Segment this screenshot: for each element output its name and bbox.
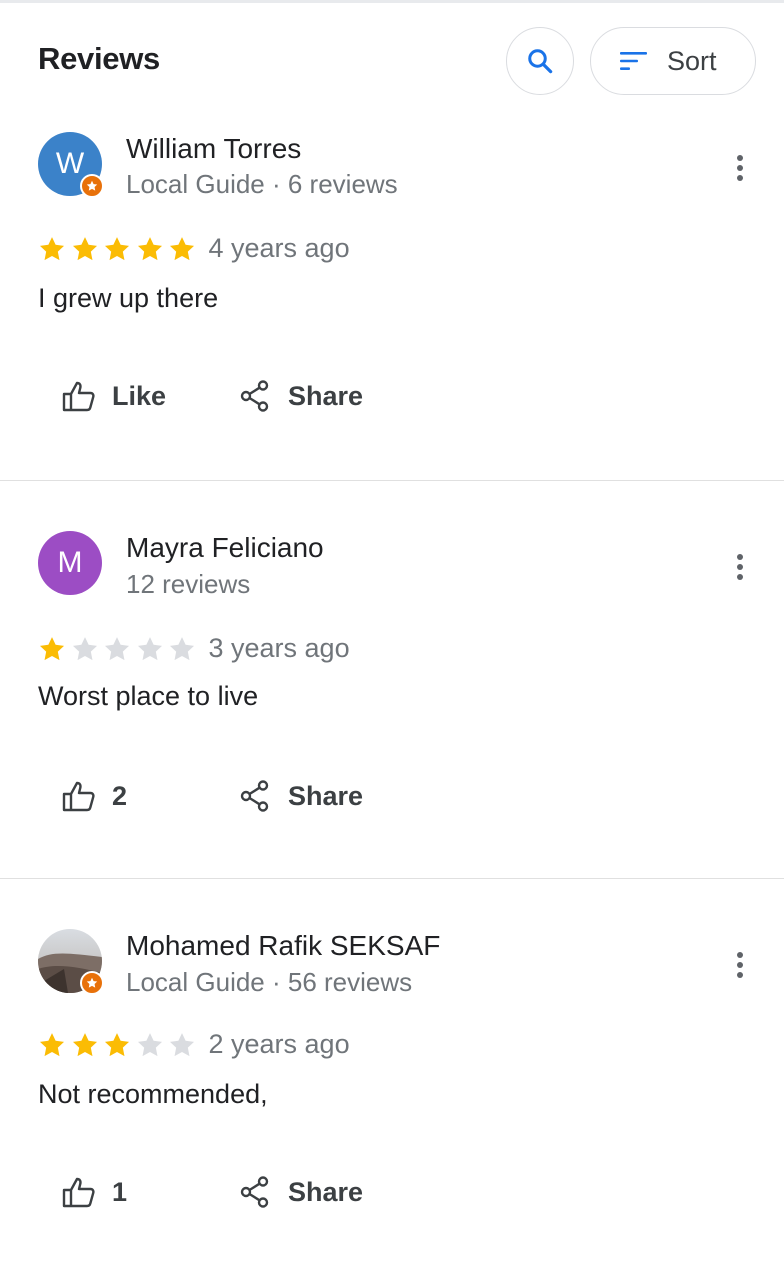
- avatar-letter: W: [55, 147, 85, 180]
- star-empty-icon: [169, 636, 195, 660]
- local-guide-star-icon: [80, 971, 104, 995]
- more-options-button[interactable]: [726, 148, 754, 188]
- star-filled-icon: [137, 236, 162, 260]
- more-vert-icon: [737, 554, 743, 580]
- share-label: Share: [288, 780, 364, 811]
- star-empty-icon: [104, 636, 130, 660]
- share-button[interactable]: Share: [238, 774, 363, 818]
- avatar[interactable]: W: [38, 132, 104, 198]
- reviewer-name[interactable]: Mohamed Rafik SEKSAF: [126, 930, 440, 962]
- star-rating: [38, 1031, 201, 1059]
- star-filled-icon: [72, 1032, 97, 1056]
- share-icon: [240, 380, 269, 412]
- star-empty-icon: [137, 1032, 162, 1056]
- reviewer-name[interactable]: Mayra Feliciano: [126, 532, 324, 564]
- thumbs-up-icon: [62, 381, 95, 412]
- review-time: 3 years ago: [208, 633, 350, 663]
- share-icon: [240, 780, 269, 812]
- sort-button[interactable]: Sort: [590, 27, 756, 95]
- review-card: W William Torres Local Guide · 6 reviews…: [0, 115, 784, 513]
- like-count: 1: [112, 1176, 128, 1207]
- review-card: Mohamed Rafik SEKSAF Local Guide · 56 re…: [0, 878, 784, 1277]
- rating-row: 2 years ago: [38, 1029, 350, 1060]
- reviewer-name[interactable]: William Torres: [126, 133, 301, 165]
- star-empty-icon: [169, 1032, 195, 1056]
- share-label: Share: [288, 1176, 364, 1207]
- star-empty-icon: [137, 636, 162, 660]
- thumbs-up-icon: [62, 781, 95, 812]
- review-text: I grew up there: [38, 283, 219, 313]
- avatar[interactable]: M: [38, 531, 102, 595]
- more-vert-icon: [737, 155, 743, 181]
- star-filled-icon: [39, 636, 65, 660]
- review-text: Not recommended,: [38, 1079, 268, 1109]
- review-time: 4 years ago: [208, 233, 350, 263]
- sort-lines-icon: [620, 52, 647, 70]
- like-label: Like: [112, 380, 167, 411]
- star-filled-icon: [72, 236, 97, 260]
- sort-label: Sort: [667, 45, 717, 76]
- more-vert-icon: [737, 952, 743, 978]
- review-text: Worst place to live: [38, 681, 259, 711]
- more-options-button[interactable]: [726, 945, 754, 985]
- reviews-header: Reviews Sort: [0, 3, 784, 115]
- star-filled-icon: [39, 236, 65, 260]
- reviewer-meta: 12 reviews: [126, 569, 251, 599]
- like-count: 2: [112, 780, 128, 811]
- review-card: M Mayra Feliciano 12 reviews 3 years ago…: [0, 480, 784, 879]
- rating-row: 3 years ago: [38, 633, 350, 664]
- rating-row: 4 years ago: [38, 233, 350, 264]
- thumbs-up-icon: [62, 1177, 95, 1208]
- search-reviews-button[interactable]: [506, 27, 574, 95]
- like-button[interactable]: 2: [62, 774, 127, 818]
- reviewer-meta: Local Guide · 56 reviews: [126, 967, 413, 997]
- like-button[interactable]: Like: [62, 374, 166, 418]
- avatar-letter: M: [57, 546, 83, 579]
- avatar[interactable]: [38, 929, 104, 995]
- star-filled-icon: [104, 1032, 130, 1056]
- reviewer-meta: Local Guide · 6 reviews: [126, 169, 398, 199]
- share-label: Share: [288, 380, 364, 411]
- more-options-button[interactable]: [726, 547, 754, 587]
- share-button[interactable]: Share: [238, 374, 363, 418]
- star-rating: [38, 235, 201, 263]
- star-empty-icon: [72, 636, 97, 660]
- like-button[interactable]: 1: [62, 1170, 127, 1214]
- star-filled-icon: [39, 1032, 65, 1056]
- star-rating: [38, 635, 201, 663]
- share-icon: [240, 1176, 269, 1208]
- star-filled-icon: [104, 236, 130, 260]
- share-button[interactable]: Share: [238, 1170, 363, 1214]
- search-icon: [528, 49, 553, 74]
- local-guide-star-icon: [80, 174, 104, 198]
- review-time: 2 years ago: [208, 1029, 350, 1059]
- star-filled-icon: [169, 236, 195, 260]
- section-title: Reviews: [38, 41, 160, 76]
